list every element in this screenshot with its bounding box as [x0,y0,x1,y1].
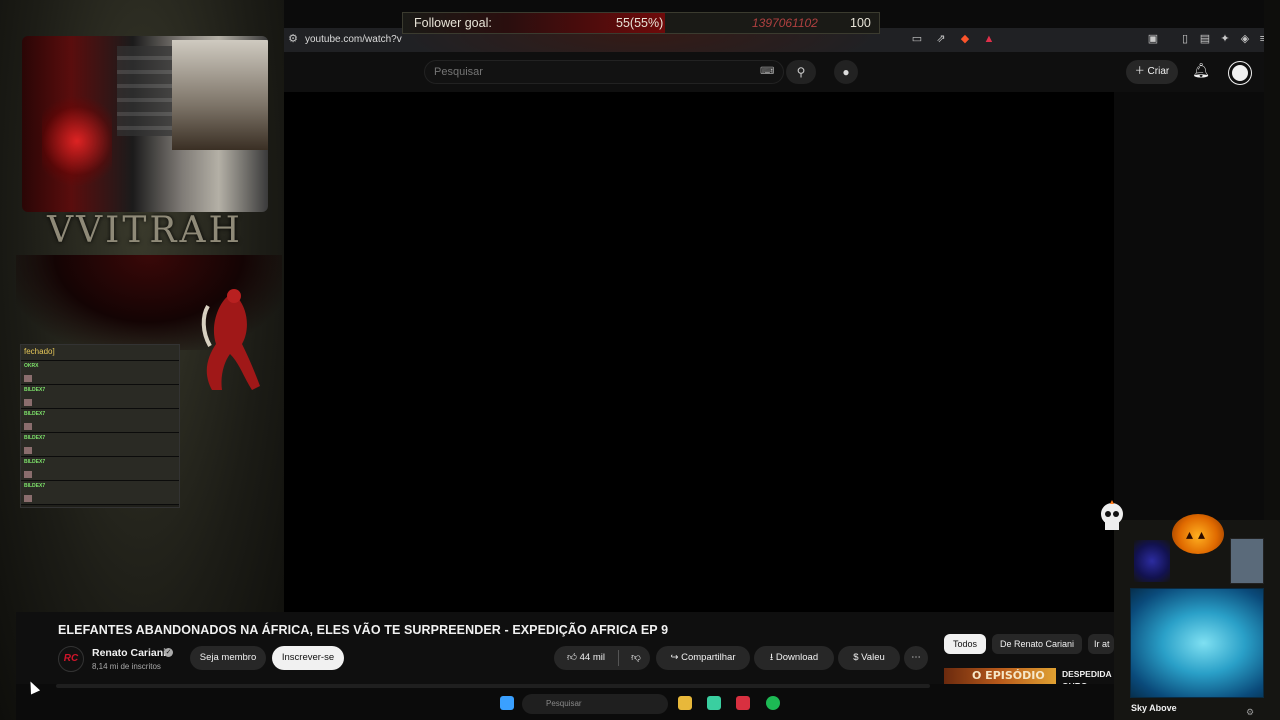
wizard-card-icon [1134,540,1170,582]
like-count: 44 mil [579,652,605,663]
taskbar-search[interactable]: Pesquisar [522,694,668,714]
chat-message: OKRX [21,361,179,385]
emote-icon [24,375,32,382]
account-avatar[interactable] [1229,62,1251,84]
skull-icon [1101,500,1123,530]
search-button[interactable]: ⚲ [786,60,816,84]
chat-username: BILDEX7 [24,387,46,393]
album-art [1130,588,1264,698]
dislike-button[interactable]: 👎︎ [622,646,650,670]
app-icon[interactable] [736,696,750,710]
chat-username: BILDEX7 [24,435,46,441]
follower-goal-code: 1397061102 [752,16,818,30]
thumbnail-text: O EPISÓDIO [972,669,1045,682]
music-settings-icon[interactable]: ⚙ [1246,707,1254,718]
vpn-shield-icon[interactable]: ◈ [1238,33,1252,45]
app-icon[interactable] [707,696,721,710]
video-title: ELEFANTES ABANDONADOS NA ÁFRICA, ELES VÃ… [58,623,669,637]
emote-icon [24,399,32,406]
windows-start-icon[interactable] [500,696,514,710]
follower-goal-target: 100 [850,16,871,30]
chat-message: BILDEX7 [21,457,179,481]
chat-message: BILDEX7 [21,409,179,433]
share-page-icon[interactable]: ⇗ [934,33,948,45]
emote-icon [24,471,32,478]
description-box-edge [56,684,930,688]
share-label: Compartilhar [681,652,736,663]
leo-ai-icon[interactable]: ✦ [1218,33,1232,45]
subscriber-count: 8,14 mi de inscritos [92,662,161,671]
chat-username: BILDEX7 [24,459,46,465]
pumpkin-face-icon: ▴▴ [1186,526,1211,542]
search-icon: ⚲ [796,65,806,79]
chip-more[interactable]: Ir at [1088,634,1114,654]
verified-check-icon: ✓ [164,648,173,657]
site-settings-icon[interactable]: ⚙ [286,33,300,45]
microphone-icon: ● [842,65,850,79]
thumbs-up-icon: 👍︎ [567,652,580,663]
search-input[interactable] [434,66,734,78]
chat-message: BILDEX7 [21,385,179,409]
webcam-poster [172,40,268,150]
subscribe-button[interactable]: Inscrever-se [272,646,344,670]
chat-username: BILDEX7 [24,483,46,489]
chip-all[interactable]: Todos [944,634,986,654]
webcam-feed [22,36,268,212]
emote-icon [24,447,32,454]
follower-goal-count: 55(55%) [616,16,664,30]
like-button[interactable]: 👍︎ 44 mil [554,646,618,670]
emote-icon [24,495,32,502]
stream-chat: fechado] OKRX BILDEX7 BILDEX7 BILDEX7 BI… [20,344,180,508]
address-bar[interactable]: youtube.com/watch?v [305,34,402,45]
now-playing-title: Sky Above [1131,703,1177,713]
download-label: Download [775,652,819,663]
create-label: Criar [1147,66,1170,77]
like-divider [618,650,619,666]
share-button[interactable]: ↪ Compartilhar [656,646,750,670]
webcam-red-light [42,96,112,186]
chat-message: fechado] [21,345,179,361]
super-thanks-icon: $ [853,652,862,663]
cast-icon[interactable]: ▭ [910,33,924,45]
webcam-bookshelf [117,46,172,136]
notifications-bell-icon[interactable]: 🔔︎ [1192,62,1210,82]
join-button[interactable]: Seja membro [190,646,266,670]
voice-search-button[interactable]: ● [834,60,858,84]
file-explorer-icon[interactable] [678,696,692,710]
thanks-label: Valeu [861,652,885,663]
brave-shield-icon[interactable]: ◆ [958,33,972,45]
video-player[interactable] [284,92,1114,612]
chip-channel[interactable]: De Renato Cariani [992,634,1082,654]
cat-card-icon [1230,538,1264,584]
channel-avatar[interactable]: RC [58,646,84,672]
create-button[interactable]: ＋ Criar [1126,60,1178,84]
share-icon: ↪ [670,652,682,663]
more-actions-button[interactable]: ⋯ [904,646,928,670]
chat-username: OKRX [24,363,39,369]
chat-message: BILDEX7 [21,481,179,505]
plus-icon: ＋ [1134,66,1148,77]
rewards-icon[interactable]: ▲ [982,33,996,45]
chat-username: BILDEX7 [24,411,46,417]
spotify-icon[interactable] [766,696,780,710]
wallet-icon[interactable]: ▤ [1198,33,1212,45]
tab-search-icon[interactable]: ▣ [1146,33,1160,45]
follower-goal-label: Follower goal: [414,16,492,30]
emote-icon [24,423,32,430]
chat-message: BILDEX7 [21,433,179,457]
keyboard-icon[interactable]: ⌨ [760,66,774,77]
thanks-button[interactable]: $ Valeu [838,646,900,670]
streamer-name: VVITRAH [47,210,243,251]
demon-figure-icon [201,289,260,390]
download-button[interactable]: ⭳ Download [754,646,834,670]
channel-name[interactable]: Renato Cariani [92,647,166,659]
like-dislike-group: 👍︎ 44 mil 👎︎ [554,646,650,670]
thumbs-down-icon: 👎︎ [631,652,641,663]
sidebar-icon[interactable]: ▯ [1178,33,1192,45]
